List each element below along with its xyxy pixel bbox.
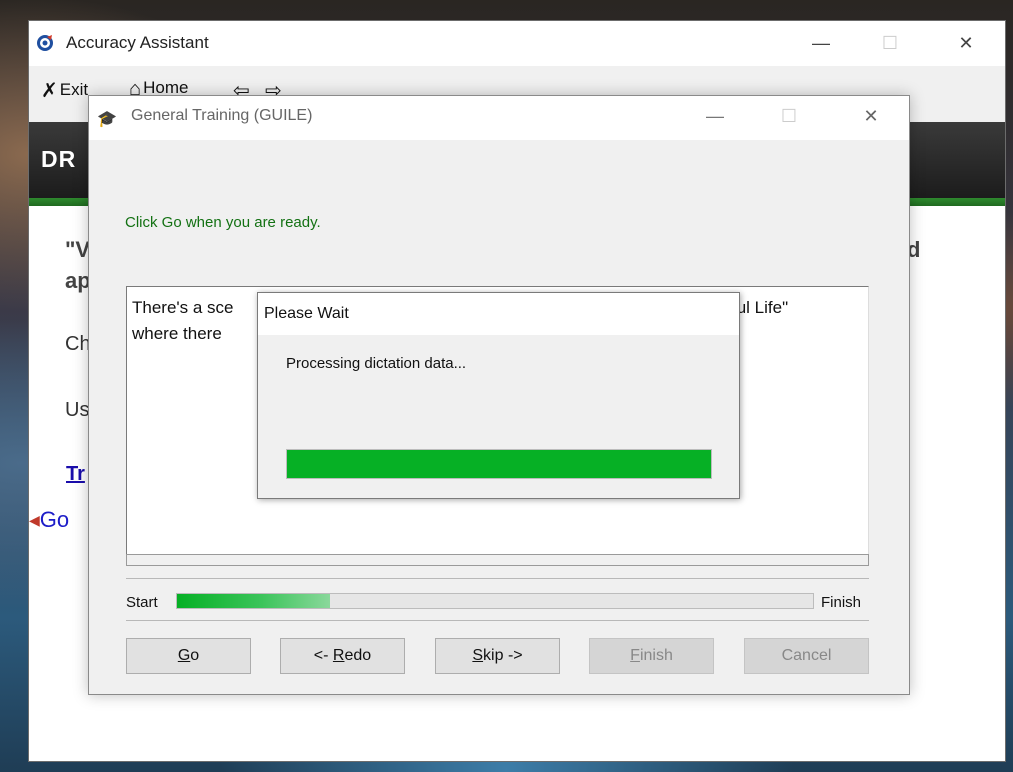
skip-button[interactable]: Skip ->: [435, 638, 560, 674]
close-button[interactable]: ✕: [946, 29, 986, 57]
go-mnemonic: G: [177, 647, 191, 664]
exit-button[interactable]: ✗ Exit: [41, 78, 88, 103]
background-quote-line2: ap: [65, 268, 91, 293]
background-line-us: Us: [65, 399, 90, 421]
divider-top: [126, 578, 869, 579]
wait-progress-bar: [286, 449, 712, 479]
target-icon: [37, 35, 53, 51]
instruction-text: Click Go when you are ready.: [125, 214, 321, 231]
redo-rest: edo: [344, 647, 372, 664]
maximize-button[interactable]: ☐: [870, 29, 910, 57]
training-dialog-title: General Training (GUILE): [131, 107, 313, 124]
skip-mnemonic: S: [472, 647, 484, 664]
wait-message: Processing dictation data...: [286, 355, 467, 372]
training-text-line1-left: There's a sce: [132, 298, 234, 317]
go-rest: o: [190, 647, 200, 664]
redo-mnemonic: R: [332, 647, 345, 664]
please-wait-dialog: Please Wait Processing dictation data...: [257, 292, 740, 499]
background-quote-line1: "V: [65, 237, 91, 262]
cancel-button[interactable]: Cancel: [744, 638, 869, 674]
finish-button[interactable]: Finish: [589, 638, 714, 674]
banner-title: DR: [41, 146, 77, 172]
training-progress-bar: [176, 593, 814, 609]
training-minimize-button[interactable]: —: [695, 102, 735, 130]
go-link-label: Go: [39, 507, 70, 532]
training-close-button[interactable]: ✕: [851, 102, 891, 130]
go-button[interactable]: Go: [126, 638, 251, 674]
minimize-button[interactable]: —: [801, 29, 841, 57]
training-progress-fill: [177, 594, 330, 608]
go-link[interactable]: ◀Go: [29, 507, 69, 533]
redo-button[interactable]: <- Redo: [280, 638, 405, 674]
divider-bottom: [126, 620, 869, 621]
wait-titlebar: Please Wait: [258, 293, 739, 335]
horizontal-scrollbar[interactable]: [126, 554, 869, 566]
main-titlebar[interactable]: Accuracy Assistant — ☐ ✕: [29, 21, 1005, 66]
training-titlebar[interactable]: 🎓 General Training (GUILE) — ☐ ✕: [89, 96, 909, 140]
redo-prefix: <-: [313, 647, 333, 664]
finish-rest: inish: [639, 647, 673, 664]
training-text-line2-left: where there: [132, 324, 222, 343]
graduation-cap-icon: 🎓: [97, 111, 117, 128]
skip-rest: kip ->: [483, 647, 523, 664]
start-label: Start: [126, 594, 158, 611]
triangle-left-icon: ◀: [29, 512, 40, 528]
exit-label: Exit: [59, 80, 89, 99]
training-maximize-button[interactable]: ☐: [769, 102, 809, 130]
scissors-x-icon: ✗: [41, 80, 58, 102]
wait-progress-fill: [287, 450, 711, 478]
finish-mnemonic: F: [630, 647, 640, 664]
main-window-title: Accuracy Assistant: [66, 33, 209, 52]
background-link-tr[interactable]: Tr: [66, 463, 85, 486]
wait-dialog-title: Please Wait: [264, 305, 349, 322]
training-text-line1-right: ful Life": [732, 298, 789, 317]
background-line-ch: Ch: [65, 333, 91, 355]
finish-label: Finish: [821, 594, 862, 611]
